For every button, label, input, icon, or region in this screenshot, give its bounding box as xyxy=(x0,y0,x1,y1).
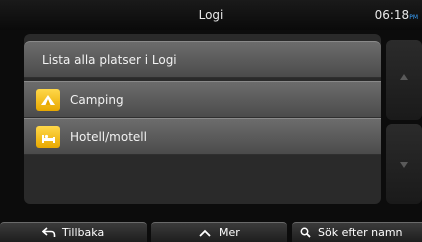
camping-icon xyxy=(36,89,60,111)
clock-time: 06:18 xyxy=(374,8,410,22)
chevron-up-icon xyxy=(199,229,211,237)
page-title: Logi xyxy=(198,8,224,22)
more-label: Mer xyxy=(219,226,240,239)
hotel-bed-icon xyxy=(36,126,60,148)
list-item-label: Camping xyxy=(70,93,124,107)
scroll-down-button[interactable] xyxy=(386,124,422,204)
list-item-all-places[interactable]: Lista alla platser i Logi xyxy=(24,41,381,78)
back-label: Tillbaka xyxy=(62,226,105,239)
clock: 06:18PM xyxy=(375,0,418,30)
list-item-hotel[interactable]: Hotell/motell xyxy=(24,118,381,155)
list-item-label: Lista alla platser i Logi xyxy=(42,53,177,67)
list-item-label: Hotell/motell xyxy=(70,130,147,144)
title-bar: Logi 06:18PM xyxy=(0,0,422,30)
list-item-camping[interactable]: Camping xyxy=(24,81,381,118)
search-by-name-button[interactable]: Sök efter namn xyxy=(292,222,422,242)
scroll-up-button[interactable] xyxy=(386,40,422,120)
search-label: Sök efter namn xyxy=(318,226,403,239)
back-arrow-icon xyxy=(42,227,56,237)
clock-ampm: PM xyxy=(409,14,418,21)
back-button[interactable]: Tillbaka xyxy=(0,222,147,242)
more-button[interactable]: Mer xyxy=(151,222,287,242)
search-icon xyxy=(300,227,311,238)
scroll-up-arrow-icon xyxy=(400,74,408,80)
scroll-down-arrow-icon xyxy=(400,162,408,168)
